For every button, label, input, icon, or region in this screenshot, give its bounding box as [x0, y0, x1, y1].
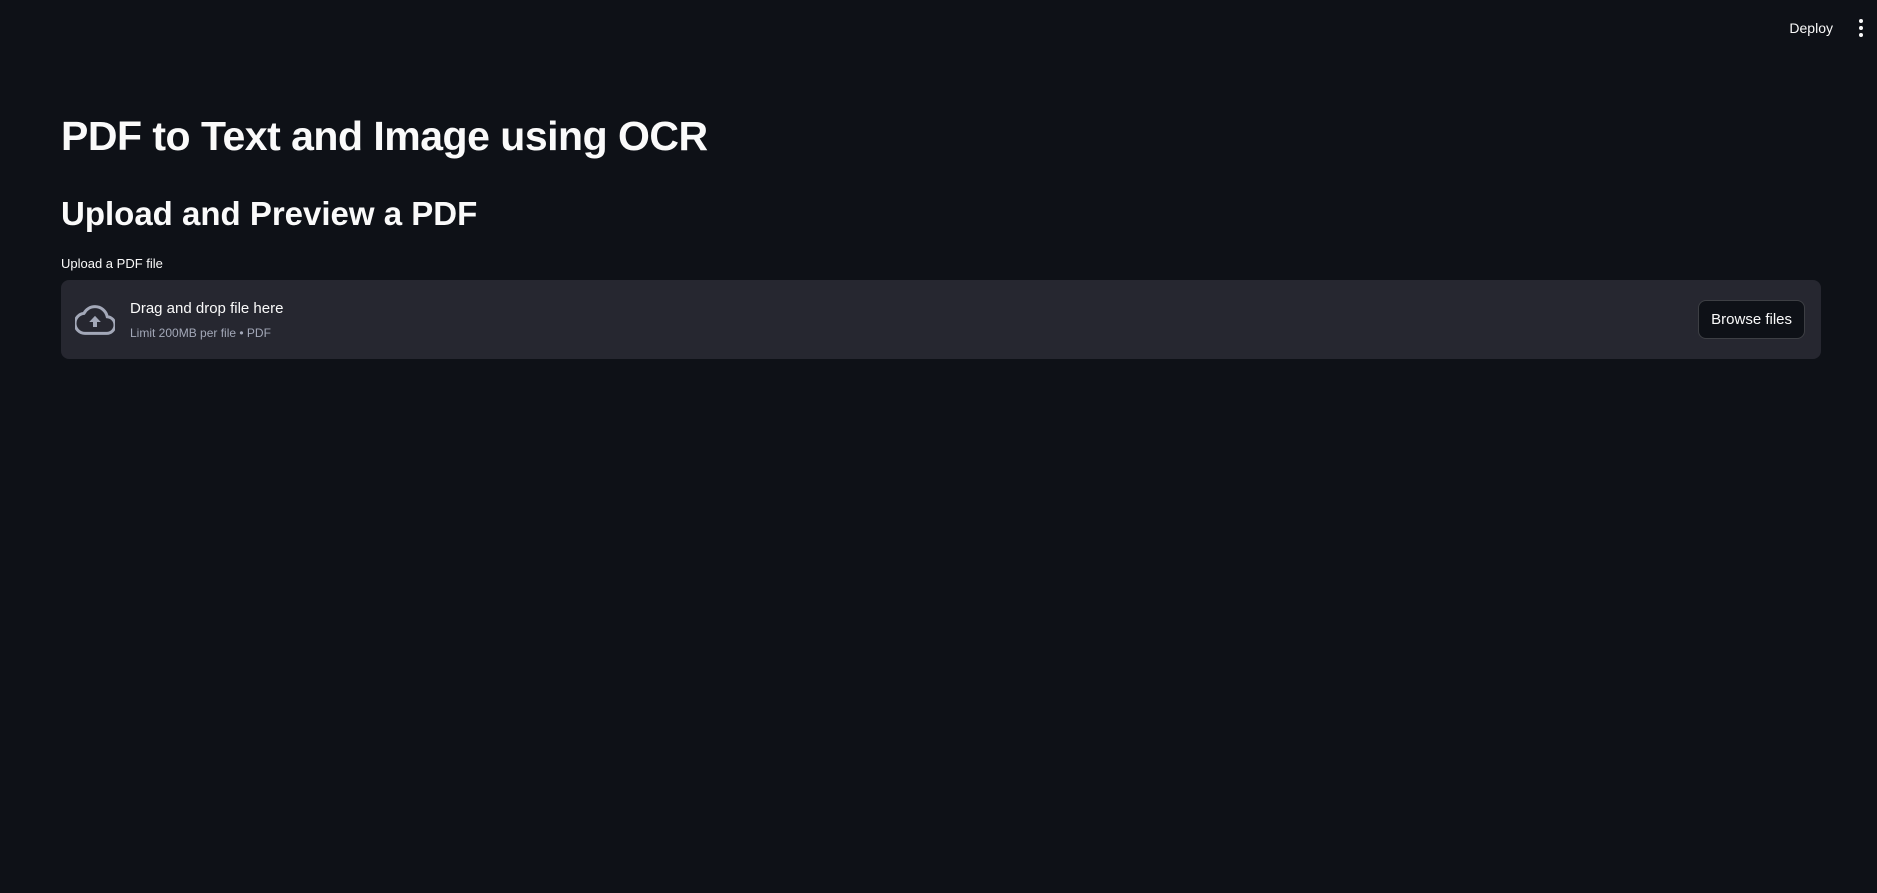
dropzone-limit-text: Limit 200MB per file • PDF: [130, 326, 271, 340]
ellipsis-dot: [1859, 33, 1863, 37]
ellipsis-dot: [1859, 26, 1863, 30]
file-dropzone[interactable]: Drag and drop file here Limit 200MB per …: [61, 280, 1821, 359]
deploy-button[interactable]: Deploy: [1781, 16, 1841, 40]
cloud-upload-icon: [75, 305, 115, 335]
file-uploader-label: Upload a PDF file: [61, 256, 163, 271]
main-menu-button[interactable]: [1849, 16, 1873, 40]
browse-files-button[interactable]: Browse files: [1698, 300, 1805, 339]
vertical-ellipsis-icon: [1859, 19, 1863, 23]
dropzone-instruction: Drag and drop file here: [130, 300, 284, 317]
section-heading: Upload and Preview a PDF: [61, 195, 478, 232]
app-root: Deploy PDF to Text and Image using OCR U…: [0, 0, 1877, 893]
top-toolbar: Deploy: [0, 0, 1877, 56]
page-title: PDF to Text and Image using OCR: [61, 113, 708, 159]
